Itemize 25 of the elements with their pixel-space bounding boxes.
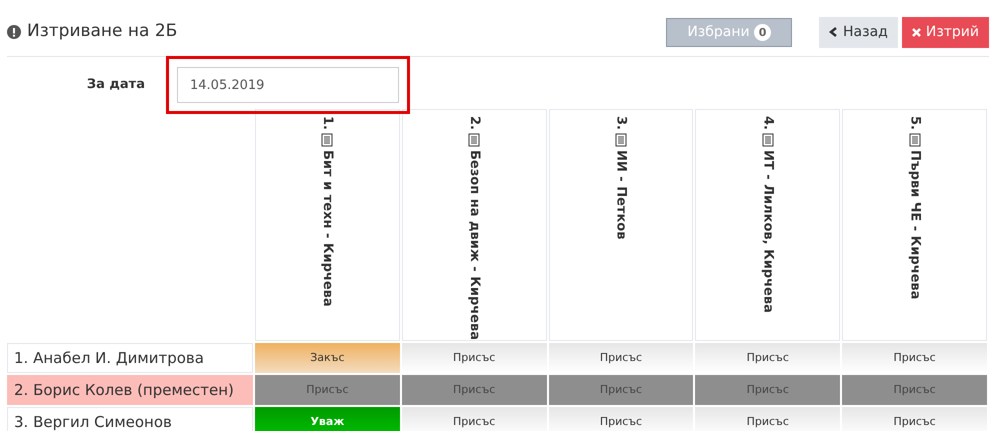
student-name: 1. Анабел И. Димитрова	[7, 342, 253, 373]
page-title: Изтриване на 2Б	[27, 20, 178, 44]
column-title: ИИ - Петков	[612, 150, 630, 240]
column-number: 1.	[319, 116, 336, 130]
attendance-cell[interactable]: Присъс	[548, 406, 694, 431]
column-number: 2.	[466, 116, 483, 130]
delete-button[interactable]: Изтрий	[902, 16, 989, 48]
column-title: Безоп на движ - Кирчева	[466, 150, 483, 340]
column-title: Първи ЧЕ - Кирчева	[906, 150, 924, 300]
student-name: 2. Борис Колев (преместен)	[7, 374, 253, 405]
attendance-cell[interactable]: Присъс	[695, 406, 840, 431]
column-title: Бит и техн - Кирчева	[319, 150, 336, 307]
attendance-cell[interactable]: Присъс	[842, 406, 987, 431]
column-number: 3.	[612, 116, 630, 130]
date-label: За дата	[86, 76, 145, 94]
student-name: 3. Вергил Симеонов	[7, 406, 253, 431]
column-number: 4.	[760, 116, 776, 130]
column-title: ИТ - Лилков, Кирчева	[760, 150, 776, 313]
selected-button[interactable]: Избрани 0	[666, 18, 792, 46]
count-badge: 0	[754, 24, 772, 40]
attendance-cell[interactable]: Присъс	[402, 406, 547, 431]
date-field[interactable]: 14.05.2019	[177, 67, 399, 103]
back-button[interactable]: Назад	[819, 16, 898, 48]
attendance-cell[interactable]: Закъс	[254, 342, 400, 373]
column-number: 5.	[906, 116, 924, 130]
